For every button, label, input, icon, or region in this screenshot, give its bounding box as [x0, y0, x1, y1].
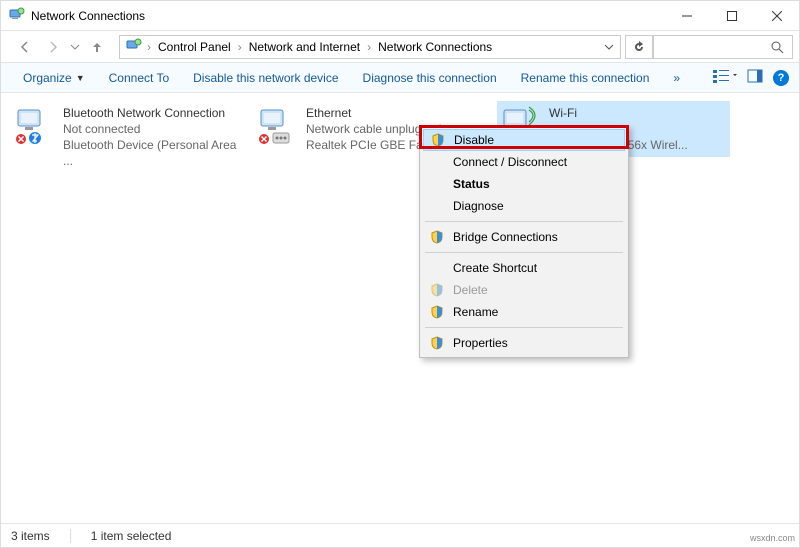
ctx-create-shortcut[interactable]: Create Shortcut — [423, 257, 625, 279]
connect-to-button[interactable]: Connect To — [97, 63, 182, 92]
window-controls — [664, 1, 799, 31]
status-count: 3 items — [11, 529, 50, 543]
organize-label: Organize — [23, 71, 72, 85]
title-bar: Network Connections — [1, 1, 799, 31]
ctx-label: Properties — [453, 336, 508, 350]
refresh-button[interactable] — [625, 35, 653, 59]
back-button[interactable] — [11, 35, 39, 59]
status-selected: 1 item selected — [91, 529, 172, 543]
ctx-label: Rename — [453, 305, 498, 319]
shield-icon — [429, 305, 445, 319]
ctx-properties[interactable]: Properties — [423, 332, 625, 354]
network-adapter-icon — [15, 105, 55, 147]
ctx-delete: Delete — [423, 279, 625, 301]
connection-name: Wi-Fi — [549, 105, 688, 121]
ctx-bridge[interactable]: Bridge Connections — [423, 226, 625, 248]
close-button[interactable] — [754, 1, 799, 31]
separator — [425, 252, 623, 253]
watermark: wsxdn.com — [750, 533, 795, 543]
toolbar: Organize ▼ Connect To Disable this netwo… — [1, 63, 799, 93]
shield-icon — [429, 336, 445, 350]
ctx-label: Create Shortcut — [453, 261, 537, 275]
network-adapter-icon — [258, 105, 298, 147]
breadcrumb-root-icon — [126, 37, 142, 56]
breadcrumb-item[interactable]: Network Connections — [376, 40, 494, 54]
connection-name: Ethernet — [306, 105, 441, 121]
shield-icon — [429, 230, 445, 244]
minimize-button[interactable] — [664, 1, 709, 31]
shield-icon — [430, 133, 446, 147]
context-menu: Disable Connect / Disconnect Status Diag… — [419, 125, 629, 358]
chevron-right-icon: › — [237, 40, 243, 54]
chevron-down-icon[interactable] — [604, 42, 614, 52]
rename-button[interactable]: Rename this connection — [509, 63, 662, 92]
ctx-rename[interactable]: Rename — [423, 301, 625, 323]
ctx-label: Status — [453, 177, 490, 191]
address-bar: › Control Panel › Network and Internet ›… — [1, 31, 799, 63]
up-button[interactable] — [83, 35, 111, 59]
organize-menu[interactable]: Organize ▼ — [11, 63, 97, 92]
ctx-label: Connect / Disconnect — [453, 155, 567, 169]
ctx-connect-disconnect[interactable]: Connect / Disconnect — [423, 151, 625, 173]
app-icon — [9, 6, 25, 25]
ctx-disable[interactable]: Disable — [423, 129, 625, 151]
recent-dropdown[interactable] — [67, 35, 83, 59]
separator — [425, 327, 623, 328]
ctx-label: Bridge Connections — [453, 230, 558, 244]
connection-device: Bluetooth Device (Personal Area ... — [63, 137, 240, 169]
ctx-status[interactable]: Status — [423, 173, 625, 195]
toolbar-overflow[interactable]: » — [661, 63, 692, 92]
ctx-label: Disable — [454, 133, 494, 147]
ctx-label: Diagnose — [453, 199, 504, 213]
breadcrumb-item[interactable]: Control Panel — [156, 40, 233, 54]
search-input[interactable] — [653, 35, 793, 59]
connection-status: Not connected — [63, 121, 240, 137]
view-options-button[interactable] — [713, 68, 737, 87]
connection-item[interactable]: Bluetooth Network Connection Not connect… — [11, 101, 244, 173]
chevron-right-icon: › — [146, 40, 152, 54]
help-button[interactable]: ? — [773, 70, 789, 86]
connections-area: Bluetooth Network Connection Not connect… — [1, 93, 799, 523]
chevron-down-icon: ▼ — [76, 73, 85, 83]
shield-icon — [429, 283, 445, 297]
ctx-label: Delete — [453, 283, 488, 297]
breadcrumb-item[interactable]: Network and Internet — [247, 40, 362, 54]
chevron-right-icon: › — [366, 40, 372, 54]
disable-device-button[interactable]: Disable this network device — [181, 63, 350, 92]
status-bar: 3 items 1 item selected — [1, 523, 799, 547]
breadcrumb[interactable]: › Control Panel › Network and Internet ›… — [119, 35, 621, 59]
connection-name: Bluetooth Network Connection — [63, 105, 240, 121]
preview-pane-button[interactable] — [747, 68, 763, 87]
forward-button[interactable] — [39, 35, 67, 59]
ctx-diagnose[interactable]: Diagnose — [423, 195, 625, 217]
maximize-button[interactable] — [709, 1, 754, 31]
search-icon — [770, 40, 784, 54]
separator — [425, 221, 623, 222]
window-title: Network Connections — [31, 9, 145, 23]
diagnose-button[interactable]: Diagnose this connection — [351, 63, 509, 92]
